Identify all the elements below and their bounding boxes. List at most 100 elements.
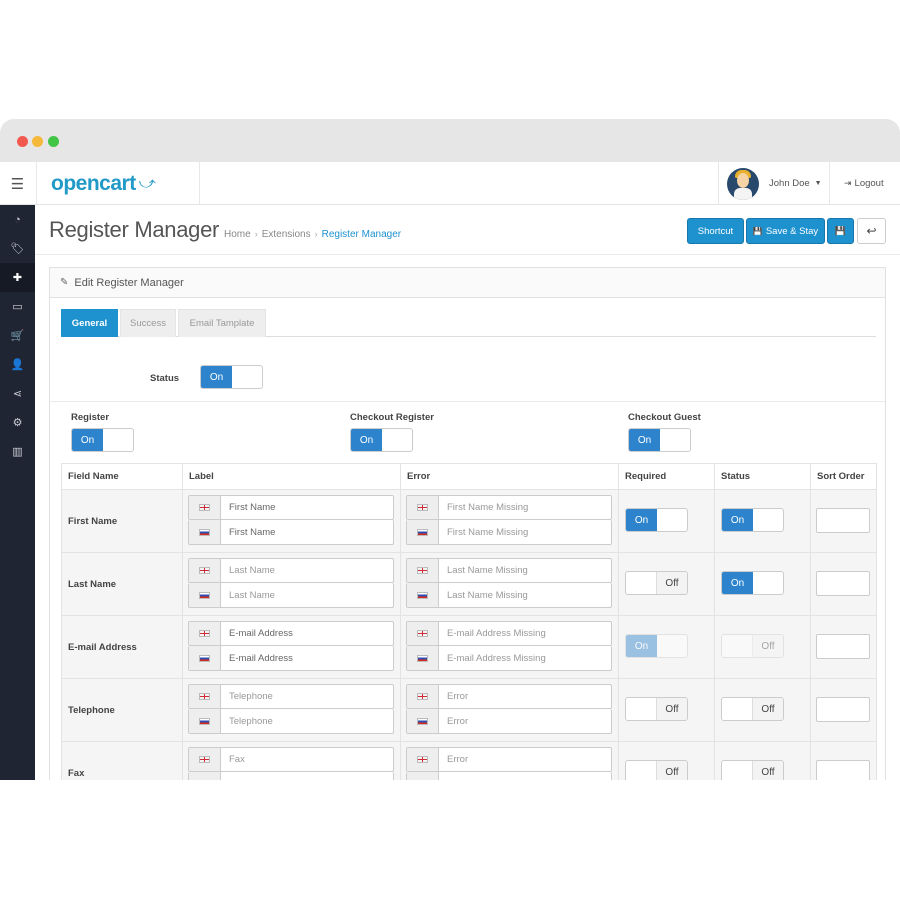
- label-input-ru[interactable]: First Name: [188, 520, 394, 545]
- label-input-ru[interactable]: E-mail Address: [188, 646, 394, 671]
- edit-panel: ✎ Edit Register Manager General Success …: [49, 267, 886, 780]
- ru-flag-icon: [199, 654, 210, 662]
- tab-success[interactable]: Success: [120, 309, 176, 337]
- ru-flag-icon: [417, 528, 428, 536]
- user-name: John Doe: [769, 178, 810, 189]
- field-name: First Name: [61, 489, 183, 553]
- label-input-en[interactable]: Fax: [188, 747, 394, 772]
- required-toggle[interactable]: Off: [625, 697, 688, 721]
- error-input-en[interactable]: First Name Missing: [406, 495, 612, 520]
- uk-flag-icon: [417, 567, 428, 574]
- status-toggle-disabled: Off: [721, 634, 784, 658]
- sidebar-item-design[interactable]: ▭: [0, 292, 35, 321]
- save-button[interactable]: 💾: [827, 218, 854, 244]
- share-icon: ⋖: [12, 388, 23, 400]
- register-toggle[interactable]: On: [71, 428, 134, 452]
- label-input-en[interactable]: E-mail Address: [188, 621, 394, 646]
- uk-flag-icon: [199, 630, 210, 637]
- label-input-en[interactable]: First Name: [188, 495, 394, 520]
- error-input-en[interactable]: Error: [406, 747, 612, 772]
- error-input-ru[interactable]: E-mail Address Missing: [406, 646, 612, 671]
- required-toggle[interactable]: On: [625, 508, 688, 532]
- sort-order-input[interactable]: [816, 760, 870, 780]
- ru-flag-icon: [417, 654, 428, 662]
- save-stay-button[interactable]: 💾 Save & Stay: [746, 218, 825, 244]
- window-chrome: [0, 119, 900, 162]
- tag-icon: 🏷: [10, 243, 25, 255]
- toggle-on: On: [722, 572, 753, 594]
- sidebar-item-customers[interactable]: 👤: [0, 350, 35, 379]
- reply-icon: ↩: [866, 224, 877, 238]
- checkout-guest-toggle[interactable]: On: [628, 428, 691, 452]
- menu-toggle-icon[interactable]: ☰: [0, 162, 35, 205]
- maximize-window-dot[interactable]: [48, 136, 59, 147]
- toggle-off: Off: [656, 761, 687, 780]
- error-input-ru[interactable]: Last Name Missing: [406, 583, 612, 608]
- toggle-on: On: [626, 635, 657, 657]
- sidebar-item-extensions[interactable]: ✚: [0, 263, 35, 292]
- error-input-ru[interactable]: First Name Missing: [406, 520, 612, 545]
- shortcut-button[interactable]: Shortcut: [687, 218, 744, 244]
- table-row: E-mail Address E-mail Address E-mail Add…: [61, 615, 877, 679]
- sidebar-item-system[interactable]: ⚙: [0, 408, 35, 437]
- col-sort-order: Sort Order: [810, 463, 877, 490]
- ru-flag-icon: [199, 528, 210, 536]
- uk-flag-icon: [417, 693, 428, 700]
- back-button[interactable]: ↩: [857, 218, 886, 244]
- breadcrumb-extensions[interactable]: Extensions: [262, 229, 311, 240]
- dashboard-icon: ◔: [14, 213, 21, 226]
- error-input-en[interactable]: Error: [406, 684, 612, 709]
- logout-label: Logout: [854, 178, 884, 189]
- error-input-en[interactable]: E-mail Address Missing: [406, 621, 612, 646]
- shortcut-label: Shortcut: [697, 225, 734, 237]
- error-input-ru[interactable]: Error: [406, 709, 612, 734]
- table-row: Last Name Last Name Last Name Last Name …: [61, 552, 877, 616]
- error-input-ru[interactable]: Error: [406, 772, 612, 780]
- sort-order-input[interactable]: [816, 508, 870, 533]
- toggle-off: Off: [656, 572, 687, 594]
- label-input-en[interactable]: Telephone: [188, 684, 394, 709]
- minimize-window-dot[interactable]: [32, 136, 43, 147]
- toggle-off: Off: [752, 698, 783, 720]
- table-row: First Name First Name First Name First N…: [61, 489, 877, 553]
- status-toggle[interactable]: On: [721, 571, 784, 595]
- tab-bar: General Success Email Tamplate: [61, 309, 876, 337]
- page-header: Register Manager Home › Extensions › Registe…: [35, 205, 900, 255]
- checkout-register-toggle[interactable]: On: [350, 428, 413, 452]
- sort-order-input[interactable]: [816, 697, 870, 722]
- label-input-ru[interactable]: Last Name: [188, 583, 394, 608]
- logout-link[interactable]: ⇥ Logout: [844, 162, 884, 205]
- caret-down-icon: ▼: [814, 180, 822, 187]
- label-input-ru[interactable]: Telephone: [188, 709, 394, 734]
- tab-general[interactable]: General: [61, 309, 118, 337]
- col-status: Status: [714, 463, 811, 490]
- required-toggle[interactable]: Off: [625, 760, 688, 780]
- status-toggle[interactable]: On: [721, 508, 784, 532]
- error-input-en[interactable]: Last Name Missing: [406, 558, 612, 583]
- col-label: Label: [182, 463, 401, 490]
- sidebar-item-catalog[interactable]: 🏷: [0, 234, 35, 263]
- sidebar-item-reports[interactable]: ▥: [0, 437, 35, 466]
- label-input-ru[interactable]: Fax: [188, 772, 394, 780]
- sidebar-item-marketing[interactable]: ⋖: [0, 379, 35, 408]
- close-window-dot[interactable]: [17, 136, 28, 147]
- sort-order-input[interactable]: [816, 571, 870, 596]
- ru-flag-icon: [417, 591, 428, 599]
- sidebar-item-sales[interactable]: 🛒: [0, 321, 35, 350]
- panel-title: Edit Register Manager: [74, 276, 184, 289]
- required-toggle[interactable]: Off: [625, 571, 688, 595]
- status-toggle[interactable]: Off: [721, 697, 784, 721]
- user-menu[interactable]: John Doe ▼: [718, 162, 830, 205]
- breadcrumb-current[interactable]: Register Manager: [322, 229, 401, 240]
- status-label: Status: [150, 373, 180, 384]
- panel-heading: ✎ Edit Register Manager: [50, 268, 885, 298]
- label-input-en[interactable]: Last Name: [188, 558, 394, 583]
- breadcrumb-home[interactable]: Home: [224, 229, 251, 240]
- sort-order-input[interactable]: [816, 634, 870, 659]
- tab-email-template[interactable]: Email Tamplate: [178, 309, 266, 337]
- col-error: Error: [400, 463, 619, 490]
- status-toggle[interactable]: On: [200, 365, 263, 389]
- sidebar-item-dashboard[interactable]: ◔: [0, 205, 35, 234]
- status-toggle[interactable]: Off: [721, 760, 784, 780]
- logo[interactable]: opencart ⤻: [36, 162, 200, 205]
